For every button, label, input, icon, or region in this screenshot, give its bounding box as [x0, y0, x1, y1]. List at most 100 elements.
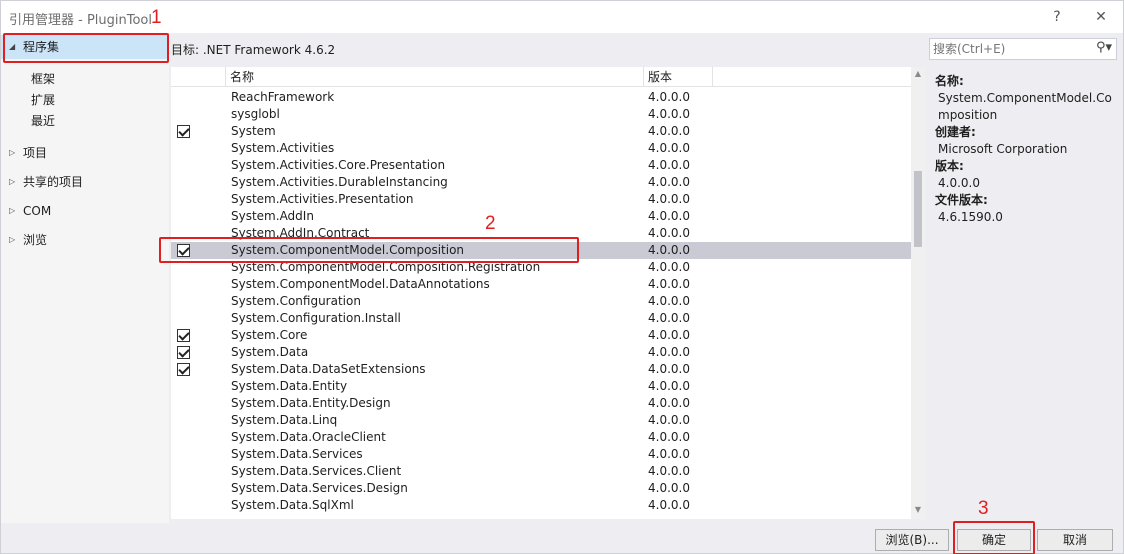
row-checkbox[interactable]	[177, 295, 190, 308]
sidebar-item-shared-projects[interactable]: ▷ 共享的项目	[1, 170, 169, 194]
column-header-version[interactable]: 版本	[643, 67, 713, 87]
assembly-version: 4.0.0.0	[648, 141, 690, 155]
table-row[interactable]: System.Data.OracleClient 4.0.0.0	[171, 429, 911, 446]
target-framework-label: 目标: .NET Framework 4.6.2	[171, 43, 336, 57]
detail-file-version-label: 文件版本:	[935, 193, 988, 207]
table-row[interactable]: System.AddIn 4.0.0.0	[171, 208, 911, 225]
row-checkbox[interactable]	[177, 159, 190, 172]
table-row[interactable]: System.Data.Entity 4.0.0.0	[171, 378, 911, 395]
vertical-scrollbar[interactable]: ▲ ▼	[911, 67, 925, 519]
row-checkbox[interactable]	[177, 108, 190, 121]
expand-right-icon: ▷	[9, 148, 16, 157]
detail-name-label: 名称:	[935, 74, 964, 88]
assembly-version: 4.0.0.0	[648, 345, 690, 359]
row-checkbox[interactable]	[177, 278, 190, 291]
row-checkbox[interactable]	[177, 210, 190, 223]
expand-right-icon: ▷	[9, 206, 16, 215]
assembly-list[interactable]: 名称 版本 ReachFramework 4.0.0.0 sysglobl 4.0.0…	[171, 67, 925, 519]
row-checkbox[interactable]	[177, 227, 190, 240]
table-row[interactable]: ReachFramework 4.0.0.0	[171, 89, 911, 106]
expand-right-icon: ▷	[9, 235, 16, 244]
table-row[interactable]: System.Configuration.Install 4.0.0.0	[171, 310, 911, 327]
assembly-name: System.AddIn.Contract	[231, 226, 370, 240]
sidebar-item-browse[interactable]: ▷ 浏览	[1, 228, 169, 252]
scroll-up-icon[interactable]: ▲	[911, 67, 925, 81]
assembly-name: System.Activities.DurableInstancing	[231, 175, 448, 189]
table-row[interactable]: System.Data.SqlXml 4.0.0.0	[171, 497, 911, 514]
search-icon[interactable]: ⚲▾	[1096, 40, 1112, 55]
cancel-button[interactable]: 取消	[1037, 529, 1113, 551]
row-checkbox[interactable]	[177, 363, 190, 376]
assembly-name: System.Configuration	[231, 294, 361, 308]
help-icon[interactable]: ?	[1047, 7, 1067, 27]
table-row[interactable]: System.Data.Services.Design 4.0.0.0	[171, 480, 911, 497]
table-row[interactable]: System.Data 4.0.0.0	[171, 344, 911, 361]
row-checkbox[interactable]	[177, 431, 190, 444]
row-checkbox[interactable]	[177, 380, 190, 393]
browse-button[interactable]: 浏览(B)...	[875, 529, 949, 551]
table-row[interactable]: System.Data.Services.Client 4.0.0.0	[171, 463, 911, 480]
window-title: 引用管理器 - PluginTool	[9, 13, 153, 28]
sidebar-sub-framework[interactable]: 框架	[31, 69, 55, 89]
row-checkbox[interactable]	[177, 142, 190, 155]
row-checkbox[interactable]	[177, 329, 190, 342]
row-checkbox[interactable]	[177, 261, 190, 274]
column-header-name[interactable]: 名称	[225, 67, 645, 87]
table-row[interactable]: System.Activities.Presentation 4.0.0.0	[171, 191, 911, 208]
table-row[interactable]: System.ComponentModel.DataAnnotations 4.0…	[171, 276, 911, 293]
row-checkbox[interactable]	[177, 91, 190, 104]
row-checkbox[interactable]	[177, 465, 190, 478]
table-row[interactable]: System.ComponentModel.Composition.Regist…	[171, 259, 911, 276]
row-checkbox[interactable]	[177, 312, 190, 325]
row-checkbox[interactable]	[177, 244, 190, 257]
table-row[interactable]: System.Activities.DurableInstancing 4.0.0…	[171, 174, 911, 191]
sidebar-item-com[interactable]: ▷ COM	[1, 199, 169, 223]
scroll-down-icon[interactable]: ▼	[911, 503, 925, 517]
row-checkbox[interactable]	[177, 193, 190, 206]
assembly-version: 4.0.0.0	[648, 158, 690, 172]
table-row[interactable]: System.Data.Entity.Design 4.0.0.0	[171, 395, 911, 412]
sidebar-sub-recent[interactable]: 最近	[31, 111, 55, 131]
table-row[interactable]: System.Activities.Core.Presentation 4.0.0…	[171, 157, 911, 174]
table-row[interactable]: System.Activities 4.0.0.0	[171, 140, 911, 157]
assembly-version: 4.0.0.0	[648, 260, 690, 274]
assembly-name: System.ComponentModel.Composition.Regist…	[231, 260, 541, 274]
sidebar-sub-extensions[interactable]: 扩展	[31, 90, 55, 110]
row-checkbox[interactable]	[177, 499, 190, 512]
row-checkbox[interactable]	[177, 176, 190, 189]
table-row[interactable]: System.Data.Linq 4.0.0.0	[171, 412, 911, 429]
ok-button[interactable]: 确定	[957, 529, 1031, 551]
table-row[interactable]: System.AddIn.Contract 4.0.0.0	[171, 225, 911, 242]
table-row[interactable]: System.Configuration 4.0.0.0	[171, 293, 911, 310]
annotation-number-1: 1	[151, 7, 162, 28]
row-checkbox[interactable]	[177, 448, 190, 461]
assembly-name: System.Data.Linq	[231, 413, 338, 427]
row-checkbox[interactable]	[177, 397, 190, 410]
search-input[interactable]	[933, 41, 1083, 57]
table-row[interactable]: System.Data.Services 4.0.0.0	[171, 446, 911, 463]
table-row[interactable]: System.Data.DataSetExtensions 4.0.0.0	[171, 361, 911, 378]
row-checkbox[interactable]	[177, 414, 190, 427]
assembly-version: 4.0.0.0	[648, 209, 690, 223]
assembly-name: System.ComponentModel.DataAnnotations	[231, 277, 490, 291]
table-row[interactable]: System 4.0.0.0	[171, 123, 911, 140]
sidebar-item-assemblies[interactable]: ◢ 程序集	[1, 35, 169, 59]
assembly-version: 4.0.0.0	[648, 311, 690, 325]
detail-version-value: 4.0.0.0	[938, 176, 980, 190]
row-checkbox[interactable]	[177, 125, 190, 138]
detail-creator-label: 创建者:	[935, 125, 976, 139]
sidebar-item-projects[interactable]: ▷ 项目	[1, 141, 169, 165]
table-row[interactable]: System.Core 4.0.0.0	[171, 327, 911, 344]
assembly-version: 4.0.0.0	[648, 498, 690, 512]
sidebar-item-label: 共享的项目	[23, 175, 84, 189]
table-row[interactable]: sysglobl 4.0.0.0	[171, 106, 911, 123]
table-row[interactable]: System.ComponentModel.Composition 4.0.0.0	[171, 242, 911, 259]
close-icon[interactable]: ✕	[1091, 7, 1111, 27]
scroll-thumb[interactable]	[914, 171, 922, 247]
assembly-version: 4.0.0.0	[648, 379, 690, 393]
row-checkbox[interactable]	[177, 346, 190, 359]
search-box[interactable]: ⚲▾	[929, 38, 1117, 60]
row-checkbox[interactable]	[177, 482, 190, 495]
assembly-version: 4.0.0.0	[648, 226, 690, 240]
detail-file-version-value: 4.6.1590.0	[938, 210, 1003, 224]
